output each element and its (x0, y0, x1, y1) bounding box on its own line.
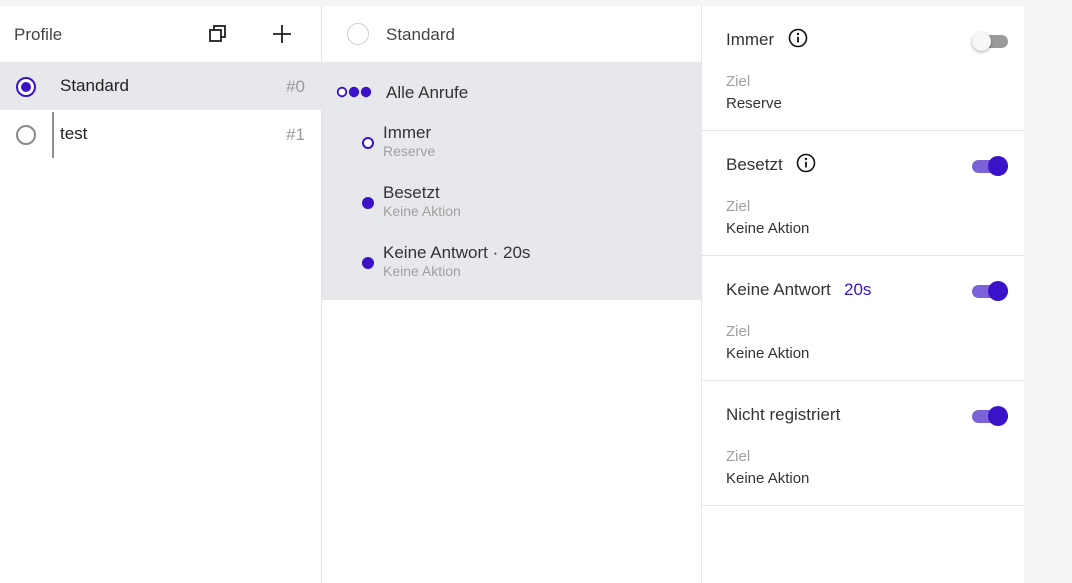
target-label: Ziel (726, 198, 751, 215)
rule-active-dot-icon (362, 257, 374, 269)
text-cursor (52, 112, 54, 158)
profile-number: #1 (286, 125, 305, 144)
setting-besetzt: Besetzt Ziel Keine Aktion (702, 131, 1024, 256)
profiles-header: Profile (0, 6, 321, 62)
rule-item-immer[interactable]: Immer Reserve (322, 120, 701, 160)
all-calls-label: Alle Anrufe (386, 83, 469, 102)
target-label: Ziel (726, 323, 751, 340)
rule-active-dot-icon (362, 197, 374, 209)
profile-name: Standard (60, 76, 129, 95)
setting-title: Nicht registriert (726, 405, 841, 424)
app-window: Profile Standard #0 test #1 Standard All… (0, 6, 1024, 583)
target-label: Ziel (726, 73, 751, 90)
rules-panel: Standard Alle Anrufe Immer Reserve Beset… (322, 6, 702, 583)
rule-item-keine-antwort[interactable]: Keine Antwort · 20s Keine Aktion (322, 240, 701, 280)
target-label: Ziel (726, 448, 751, 465)
settings-panel: Immer Ziel Reserve Besetzt Ziel Keine Ak… (702, 6, 1024, 583)
profiles-title: Profile (14, 25, 63, 44)
rule-title: Besetzt (383, 183, 440, 202)
toggle-knob (972, 32, 991, 51)
setting-title: Keine Antwort (726, 280, 831, 299)
target-value[interactable]: Reserve (726, 95, 782, 112)
setting-keine-antwort: Keine Antwort 20s Ziel Keine Aktion (702, 256, 1024, 381)
target-value[interactable]: Keine Aktion (726, 470, 809, 487)
setting-toggle-on[interactable] (972, 280, 1010, 302)
profile-status-circle-icon (347, 23, 369, 45)
rule-title: Immer (383, 123, 432, 142)
rules-profile-title: Standard (386, 25, 455, 44)
toggle-knob (988, 406, 1008, 426)
rule-title: Keine Antwort · 20s (383, 243, 531, 262)
profile-name: test (60, 124, 88, 143)
rules-header: Standard (322, 6, 701, 62)
call-states-icon (336, 86, 372, 98)
setting-title: Immer (726, 30, 775, 49)
setting-immer: Immer Ziel Reserve (702, 6, 1024, 131)
rules-list: Alle Anrufe Immer Reserve Besetzt Keine … (322, 62, 701, 300)
profile-number: #0 (286, 77, 305, 96)
profiles-panel: Profile Standard #0 test #1 (0, 6, 322, 583)
copy-icon[interactable] (204, 20, 232, 48)
setting-toggle-on[interactable] (972, 405, 1010, 427)
profile-item-standard[interactable]: Standard #0 (0, 62, 321, 110)
setting-title: Besetzt (726, 155, 783, 174)
toggle-knob (988, 156, 1008, 176)
rule-subtitle: Keine Aktion (383, 203, 461, 219)
info-icon[interactable] (796, 153, 816, 173)
plus-icon[interactable] (268, 20, 296, 48)
rule-inactive-dot-icon (362, 137, 374, 149)
delay-value[interactable]: 20s (844, 280, 871, 300)
profile-item-test[interactable]: test #1 (0, 110, 321, 158)
setting-nicht-registriert: Nicht registriert Ziel Keine Aktion (702, 381, 1024, 506)
profile-radio[interactable] (16, 125, 36, 145)
rule-item-besetzt[interactable]: Besetzt Keine Aktion (322, 180, 701, 220)
toggle-knob (988, 281, 1008, 301)
setting-toggle-on[interactable] (972, 155, 1010, 177)
setting-toggle-off[interactable] (972, 30, 1010, 52)
rule-subtitle: Keine Aktion (383, 263, 461, 279)
profile-radio-selected[interactable] (16, 77, 36, 97)
target-value[interactable]: Keine Aktion (726, 220, 809, 237)
info-icon[interactable] (788, 28, 808, 48)
target-value[interactable]: Keine Aktion (726, 345, 809, 362)
rule-subtitle: Reserve (383, 143, 436, 159)
